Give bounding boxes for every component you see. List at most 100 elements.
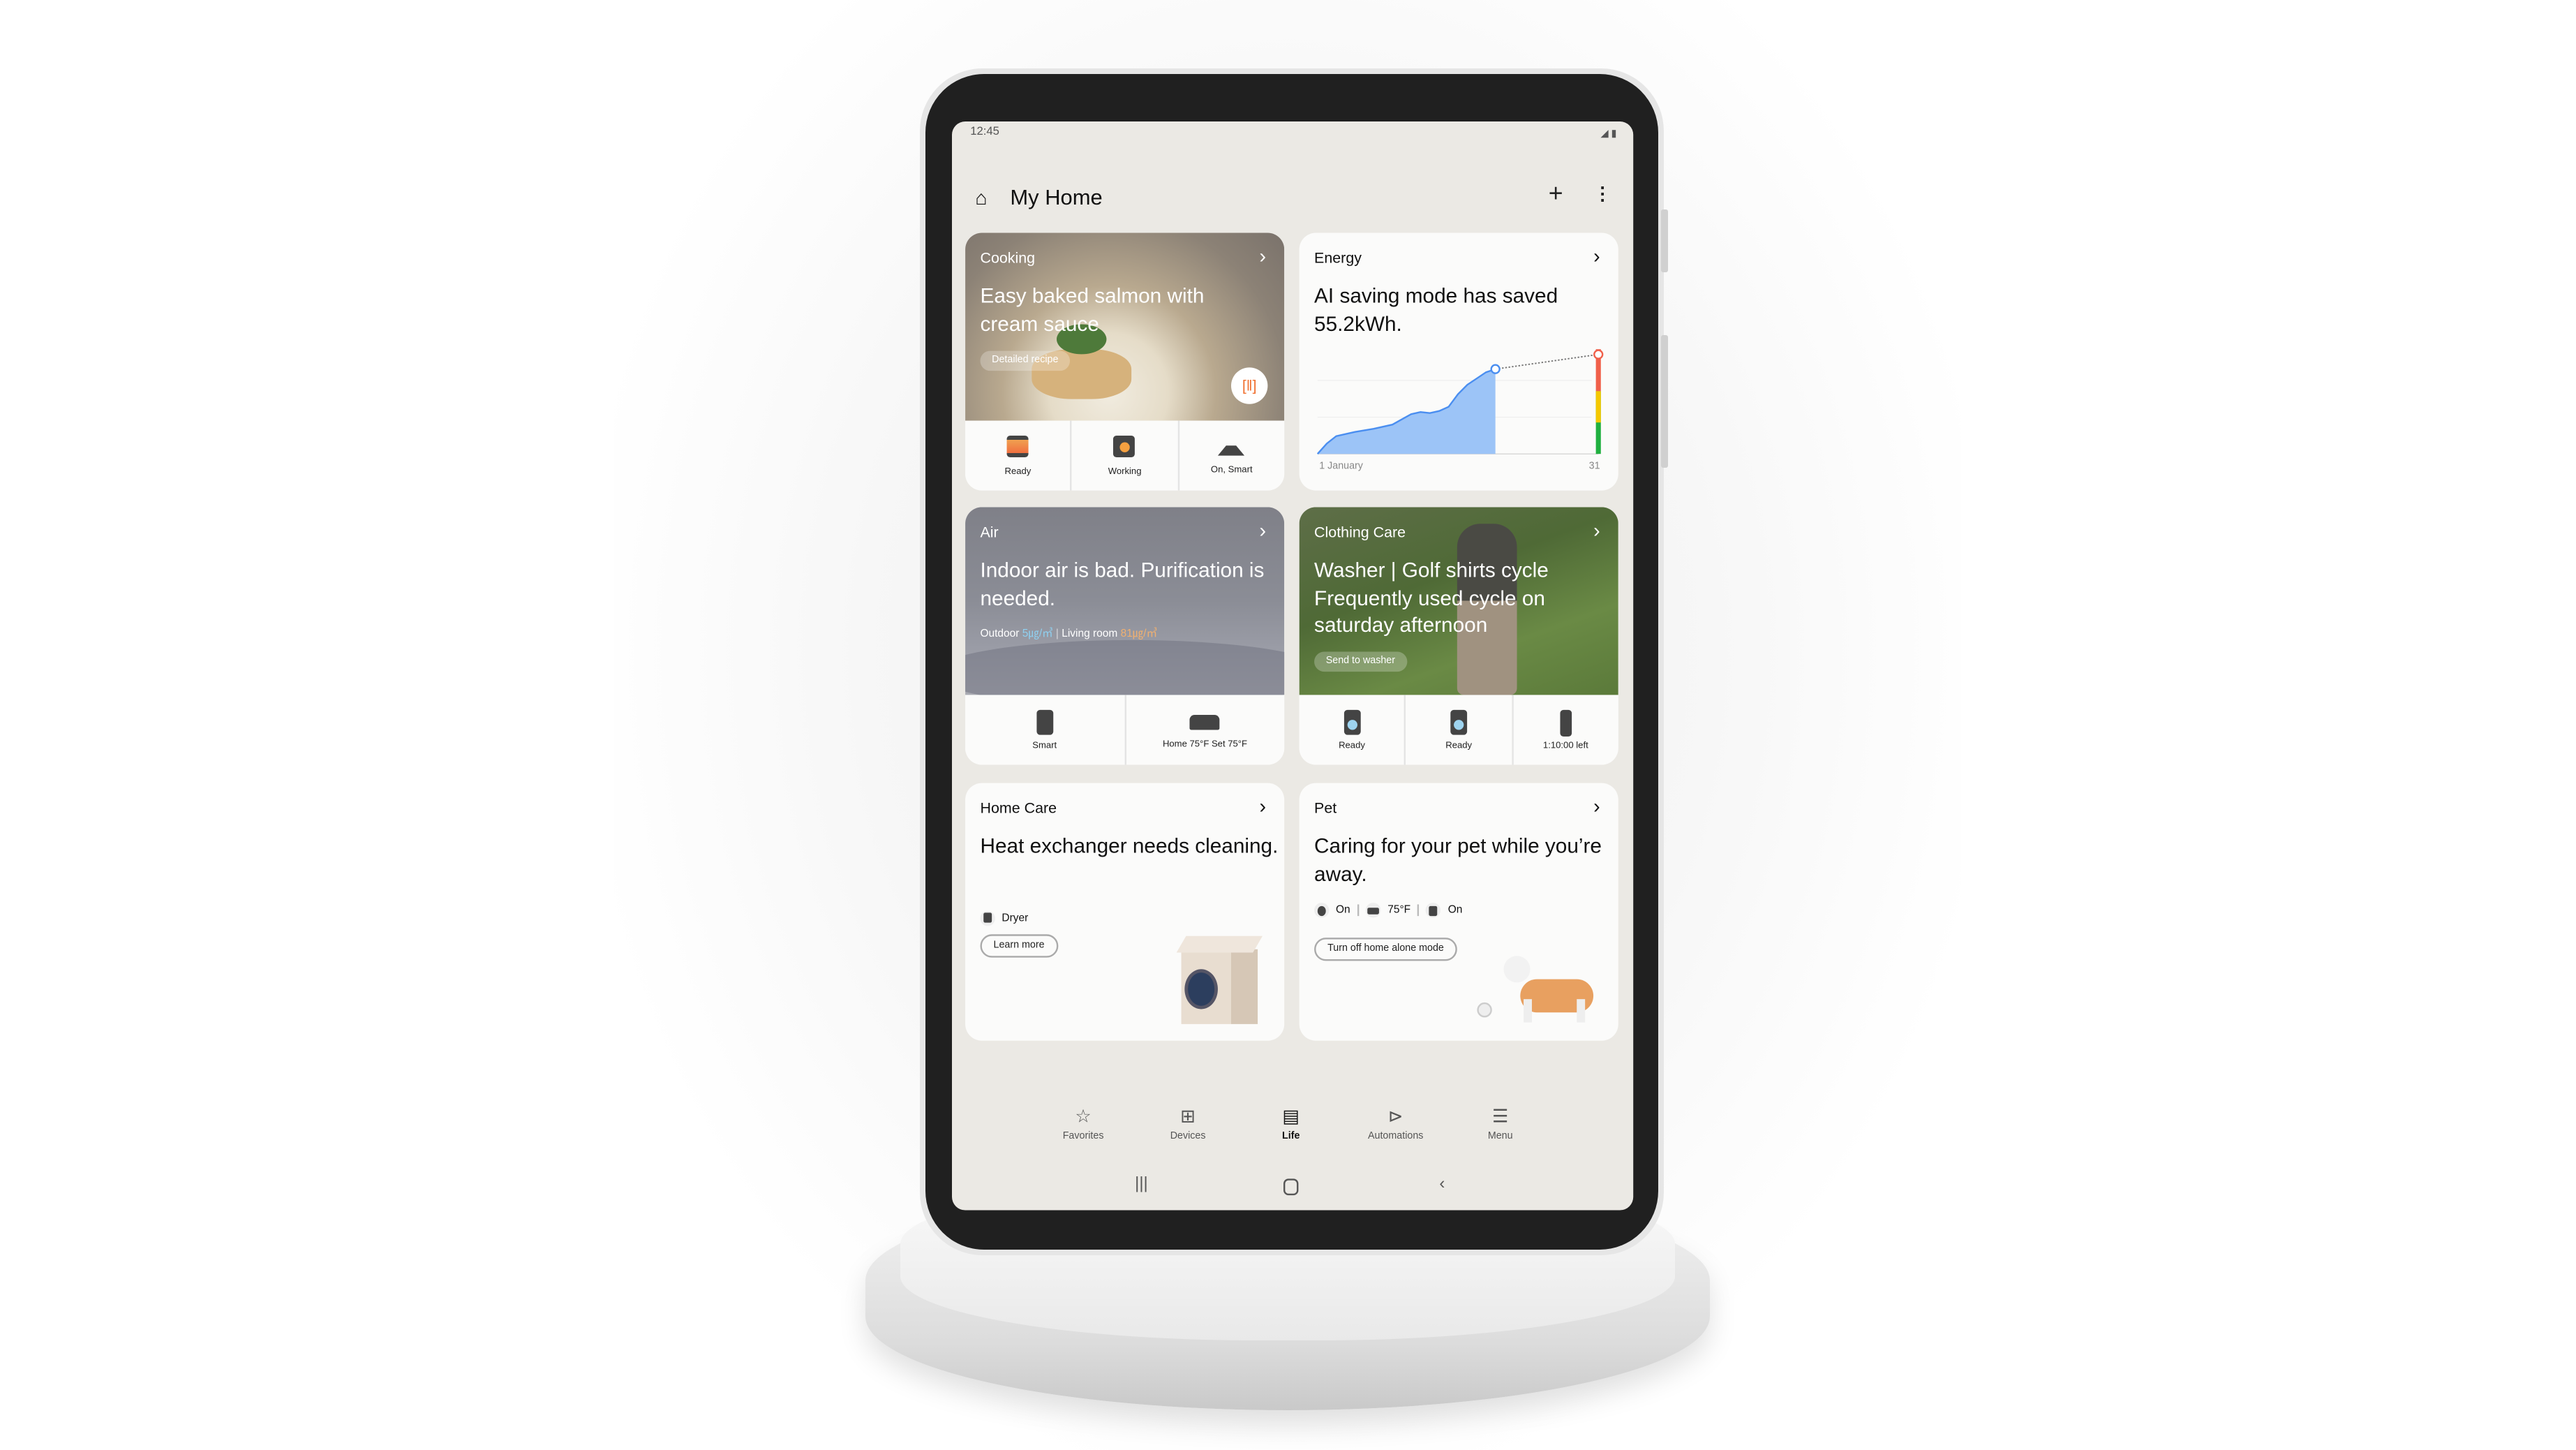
nav-favorites[interactable]: ☆ Favorites <box>1034 1106 1133 1142</box>
card-title: Easy baked salmon with cream sauce <box>980 284 1205 335</box>
device-status: Ready <box>1339 741 1365 752</box>
plus-icon[interactable]: + <box>1549 179 1563 207</box>
nav-devices[interactable]: ⊞ Devices <box>1138 1106 1238 1142</box>
status-value: 75°F <box>1387 904 1411 917</box>
pet-card[interactable]: Pet › Caring for your pet while you’re a… <box>1299 783 1618 1041</box>
card-label: Home Care <box>980 799 1057 817</box>
chevron-right-icon[interactable]: › <box>1593 794 1600 818</box>
chevron-right-icon[interactable]: › <box>1593 519 1600 542</box>
air-purifier-icon <box>1036 709 1053 735</box>
device-dryer[interactable]: Ready <box>1404 695 1511 765</box>
device-status: Working <box>1108 467 1142 478</box>
nav-life[interactable]: ▤ Life <box>1241 1106 1341 1142</box>
energy-card[interactable]: Energy › AI saving mode has saved 55.2kW… <box>1299 232 1618 491</box>
nav-label: Favorites <box>1062 1132 1104 1142</box>
air-conditioner-icon <box>1190 715 1220 730</box>
card-title: Heat exchanger needs cleaning. <box>980 834 1279 858</box>
device-status: Ready <box>1445 741 1473 752</box>
side-button <box>1661 209 1668 272</box>
current-point <box>1490 364 1501 374</box>
home-care-card[interactable]: Home Care › Heat exchanger needs cleanin… <box>965 783 1285 1041</box>
projected-point <box>1593 349 1604 360</box>
device-washer[interactable]: Ready <box>1300 695 1405 764</box>
airdresser-icon <box>1559 709 1572 737</box>
page-title: My Home <box>1010 184 1103 210</box>
device-air-conditioner[interactable]: Home 75°F Set 75°F <box>1124 695 1284 765</box>
screen: 12:45 ◢ ▮ ⌂ My Home + ⋮ Cooking › Easy b… <box>952 121 1634 1211</box>
more-vert-icon[interactable]: ⋮ <box>1593 183 1611 205</box>
living-room-label: Living room <box>1062 628 1118 640</box>
device-hood[interactable]: On, Smart <box>1177 420 1284 491</box>
card-title: Washer | Golf shirts cycle Frequently us… <box>1314 558 1549 637</box>
air-quality-readout: Outdoor 5㎍/㎥ | Living room 81㎍/㎥ <box>980 628 1158 640</box>
life-icon: ▤ <box>1282 1107 1300 1127</box>
device-air-purifier[interactable]: Smart <box>965 695 1124 764</box>
x-tick-label: 1 January <box>1319 462 1363 473</box>
chevron-right-icon[interactable]: › <box>1259 519 1266 542</box>
card-label: Clothing Care <box>1314 524 1406 541</box>
status-time: 12:45 <box>970 126 999 138</box>
device-status: Smart <box>1032 741 1057 752</box>
air-purifier-status[interactable]: On <box>1426 903 1463 918</box>
living-room-value: 81㎍/㎥ <box>1120 628 1158 640</box>
home-icon: ⌂ <box>975 186 988 210</box>
x-tick-label: 31 <box>1588 462 1600 473</box>
play-circle-icon: ⊳ <box>1387 1107 1404 1127</box>
nav-label: Life <box>1282 1132 1300 1142</box>
card-title: Indoor air is bad. Purification is neede… <box>980 558 1265 609</box>
send-to-washer-button[interactable]: Send to washer <box>1314 651 1407 672</box>
area-fill <box>1317 369 1496 454</box>
cooktop-icon <box>1114 436 1136 457</box>
air-conditioner-icon <box>1366 903 1381 918</box>
device-status: On, Smart <box>1210 465 1253 476</box>
star-icon: ☆ <box>1075 1107 1092 1127</box>
gauge-yellow <box>1595 391 1601 423</box>
volume-button <box>1661 335 1668 468</box>
barcode-scan-icon[interactable]: [‖] <box>1231 367 1268 404</box>
status-value: On <box>1336 904 1350 917</box>
signal-battery-icon: ◢ ▮ <box>1600 129 1617 140</box>
dryer-icon <box>1450 709 1468 735</box>
detailed-recipe-button[interactable]: Detailed recipe <box>980 350 1071 371</box>
outdoor-value: 5㎍/㎥ <box>1022 628 1053 640</box>
washer-icon <box>1343 709 1360 735</box>
washer-illustration <box>1176 935 1263 1028</box>
air-purifier-icon <box>1426 903 1442 918</box>
cooking-card[interactable]: Cooking › Easy baked salmon with cream s… <box>965 232 1285 491</box>
outdoor-label: Outdoor <box>980 628 1020 640</box>
device-status: 1:10:00 left <box>1542 741 1588 752</box>
clothing-care-card[interactable]: Clothing Care › Washer | Golf shirts cyc… <box>1299 507 1618 765</box>
card-label: Air <box>980 524 999 541</box>
menu-icon: ☰ <box>1491 1107 1509 1127</box>
range-hood-icon <box>1218 436 1245 456</box>
nav-label: Devices <box>1170 1132 1206 1142</box>
chevron-right-icon[interactable]: › <box>1259 244 1266 267</box>
turn-off-home-alone-button[interactable]: Turn off home alone mode <box>1314 938 1457 961</box>
status-value: On <box>1447 904 1463 917</box>
energy-chart <box>1316 349 1604 454</box>
card-label: Cooking <box>980 249 1036 267</box>
learn-more-button[interactable]: Learn more <box>980 934 1058 958</box>
back-button[interactable]: ‹ <box>1439 1176 1445 1194</box>
chevron-right-icon[interactable]: › <box>1259 794 1266 818</box>
recent-apps-button[interactable]: ||| <box>1135 1176 1148 1194</box>
dog-illustration <box>1474 949 1607 1029</box>
oven-icon <box>1006 436 1029 457</box>
device-status: Ready <box>1004 467 1032 478</box>
nav-label: Automations <box>1367 1132 1424 1142</box>
device-oven[interactable]: Ready <box>965 421 1071 491</box>
device-cooktop[interactable]: Working <box>1070 420 1177 491</box>
robot-vacuum-status[interactable]: On <box>1314 903 1350 918</box>
card-title: Caring for your pet while you’re away. <box>1314 834 1602 886</box>
projection-line <box>1495 353 1599 370</box>
devices-icon: ⊞ <box>1180 1107 1196 1127</box>
robot-vacuum-icon <box>1314 903 1330 918</box>
air-card[interactable]: Air › Indoor air is bad. Purification is… <box>965 507 1285 765</box>
air-conditioner-status[interactable]: 75°F <box>1366 903 1411 918</box>
pet-device-statuses: On 75°F On <box>1314 903 1469 918</box>
home-button[interactable] <box>1283 1178 1299 1196</box>
device-status: Home 75°F Set 75°F <box>1162 739 1248 750</box>
nav-automations[interactable]: ⊳ Automations <box>1346 1106 1445 1142</box>
device-airdresser[interactable]: 1:10:00 left <box>1511 695 1618 765</box>
nav-menu[interactable]: ☰ Menu <box>1450 1106 1550 1142</box>
